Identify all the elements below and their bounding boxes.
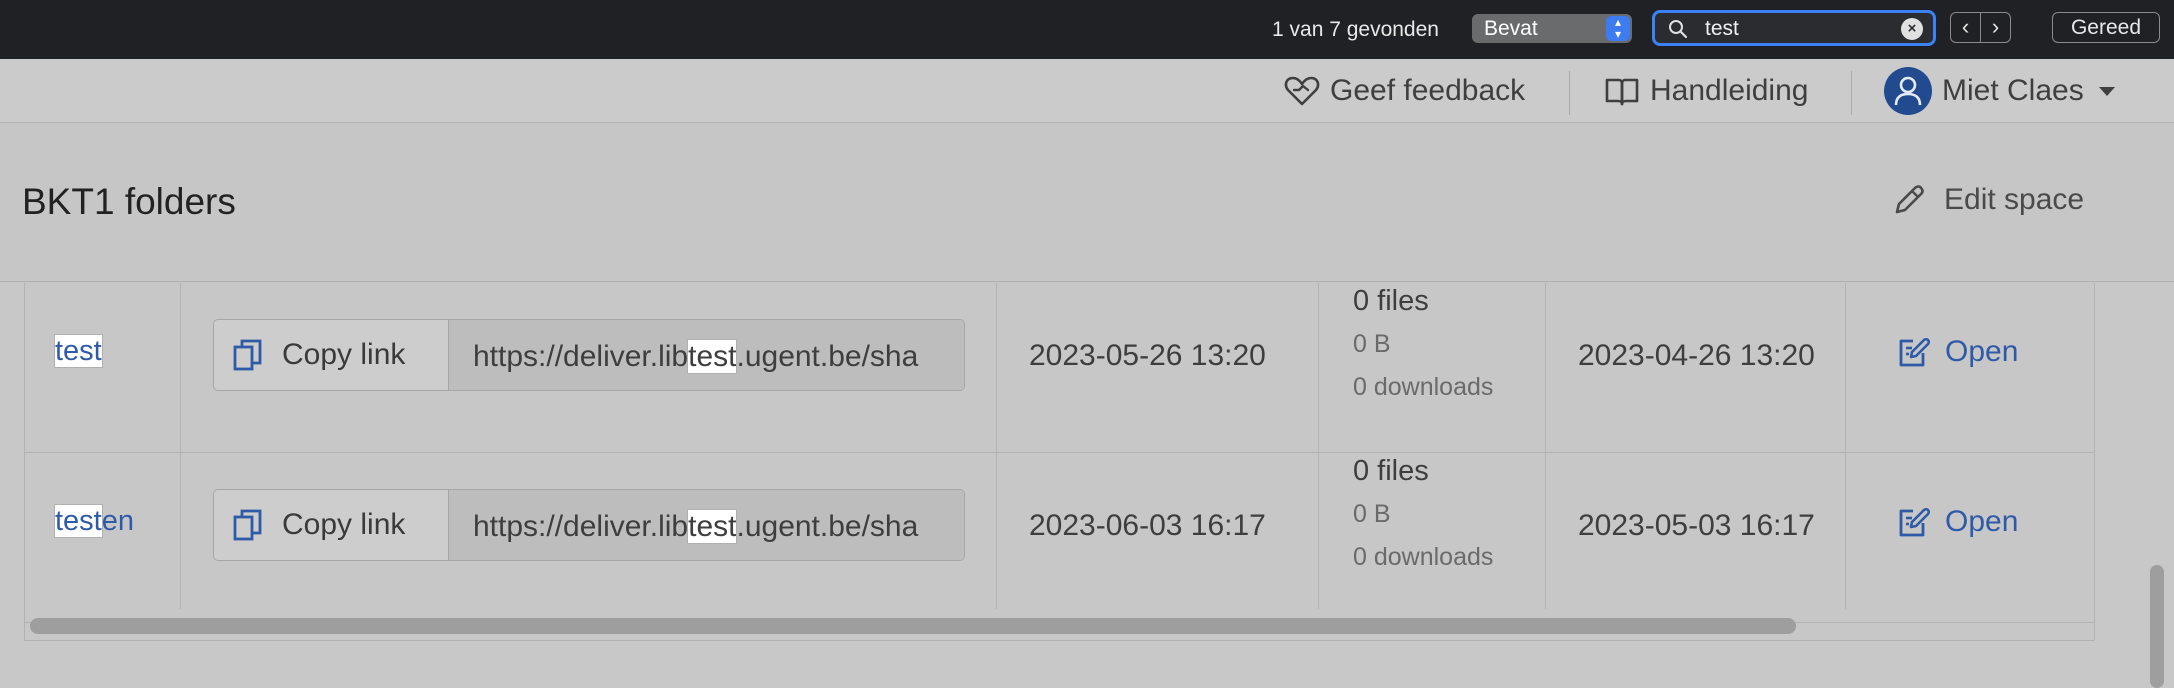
vertical-scrollbar[interactable]	[2150, 565, 2164, 688]
open-label: Open	[1945, 505, 2019, 538]
file-size: 0 B	[1353, 330, 1391, 358]
pencil-icon	[1892, 183, 1926, 217]
chevron-up-down-icon: ▴ ▾	[1606, 16, 1630, 41]
share-link-group: Copy link https://deliver.libtest.ugent.…	[213, 319, 965, 391]
chevron-right-icon: ›	[1991, 14, 2000, 39]
share-url-text: .ugent.be/sha	[736, 510, 919, 543]
search-highlight: test	[687, 339, 738, 374]
edit-note-icon	[1899, 507, 1931, 537]
expires-date: 2023-06-03 16:17	[1029, 509, 1266, 542]
share-link-group: Copy link https://deliver.libtest.ugent.…	[213, 489, 965, 561]
find-bar: 1 van 7 gevonden Bevat ▴▾ × ‹ › Gereed	[0, 0, 2174, 59]
folder-name-link[interactable]: testen	[54, 504, 135, 538]
file-count: 0 files	[1353, 285, 1429, 317]
find-mode-select[interactable]: Bevat ▴ ▾	[1472, 14, 1632, 43]
page-title: BKT1 folders	[22, 181, 236, 222]
copy-icon	[232, 507, 264, 543]
expires-date: 2023-05-26 13:20	[1029, 339, 1266, 372]
find-done-button[interactable]: Gereed	[2052, 12, 2160, 43]
find-mode-label: Bevat	[1484, 17, 1538, 40]
find-search-input[interactable]	[1705, 17, 1885, 41]
download-count: 0 downloads	[1353, 373, 1494, 401]
edit-space-button[interactable]: Edit space	[1892, 183, 2084, 217]
find-search-box[interactable]: ×	[1652, 10, 1936, 46]
share-url-text: https://deliver.lib	[473, 340, 689, 373]
search-highlight: test	[54, 334, 103, 368]
open-button[interactable]: Open	[1897, 335, 2018, 369]
manual-link[interactable]: Handleiding	[1604, 59, 1808, 123]
nav-divider	[1851, 71, 1852, 115]
book-icon	[1604, 75, 1640, 107]
find-previous-button[interactable]: ‹	[1950, 12, 1981, 43]
folders-table: test Copy link https://deliver.libtest.u…	[24, 283, 2095, 641]
edit-space-label: Edit space	[1944, 183, 2085, 216]
feedback-link[interactable]: Geef feedback	[1284, 59, 1525, 123]
copy-link-button[interactable]: Copy link	[214, 320, 449, 390]
created-date: 2023-05-03 16:17	[1578, 509, 1815, 542]
copy-icon	[232, 337, 264, 373]
file-size: 0 B	[1353, 500, 1391, 528]
search-icon	[1668, 19, 1688, 44]
user-name: Miet Claes	[1942, 74, 2084, 107]
find-next-button[interactable]: ›	[1980, 12, 2011, 43]
chevron-left-icon: ‹	[1961, 14, 1970, 39]
share-url-field[interactable]: https://deliver.libtest.ugent.be/sha	[449, 490, 964, 560]
manual-label: Handleiding	[1650, 74, 1809, 107]
horizontal-scrollbar[interactable]	[30, 618, 1796, 634]
file-stats: 0 files 0 B 0 downloads	[1353, 285, 1493, 402]
top-navigation: Geef feedback Handleiding Miet Claes	[0, 59, 2174, 123]
file-count: 0 files	[1353, 455, 1429, 487]
open-label: Open	[1945, 335, 2019, 368]
search-highlight: test	[687, 509, 738, 544]
file-stats: 0 files 0 B 0 downloads	[1353, 455, 1493, 572]
nav-divider	[1569, 71, 1570, 115]
find-result-count: 1 van 7 gevonden	[1272, 18, 1439, 41]
caret-down-icon	[2098, 85, 2116, 97]
clear-search-icon[interactable]: ×	[1901, 18, 1923, 40]
avatar	[1884, 67, 1932, 115]
table-row: test Copy link https://deliver.libtest.u…	[25, 283, 2094, 453]
page-header: BKT1 folders Edit space	[0, 123, 2174, 282]
copy-link-button[interactable]: Copy link	[214, 490, 449, 560]
table-row: testen Copy link https://deliver.libtest…	[25, 453, 2094, 623]
share-url-text: .ugent.be/sha	[736, 340, 919, 373]
folder-name-rest: en	[101, 505, 135, 537]
copy-link-label: Copy link	[282, 338, 406, 371]
feedback-label: Geef feedback	[1330, 74, 1526, 107]
created-date: 2023-04-26 13:20	[1578, 339, 1815, 372]
copy-link-label: Copy link	[282, 508, 406, 541]
heart-icon	[1284, 75, 1320, 107]
user-menu[interactable]: Miet Claes	[1884, 59, 2116, 123]
search-highlight: test	[54, 504, 103, 538]
open-button[interactable]: Open	[1897, 505, 2018, 539]
share-url-text: https://deliver.lib	[473, 510, 689, 543]
edit-note-icon	[1899, 337, 1931, 367]
download-count: 0 downloads	[1353, 543, 1494, 571]
share-url-field[interactable]: https://deliver.libtest.ugent.be/sha	[449, 320, 964, 390]
folder-name-link[interactable]: test	[54, 334, 103, 368]
